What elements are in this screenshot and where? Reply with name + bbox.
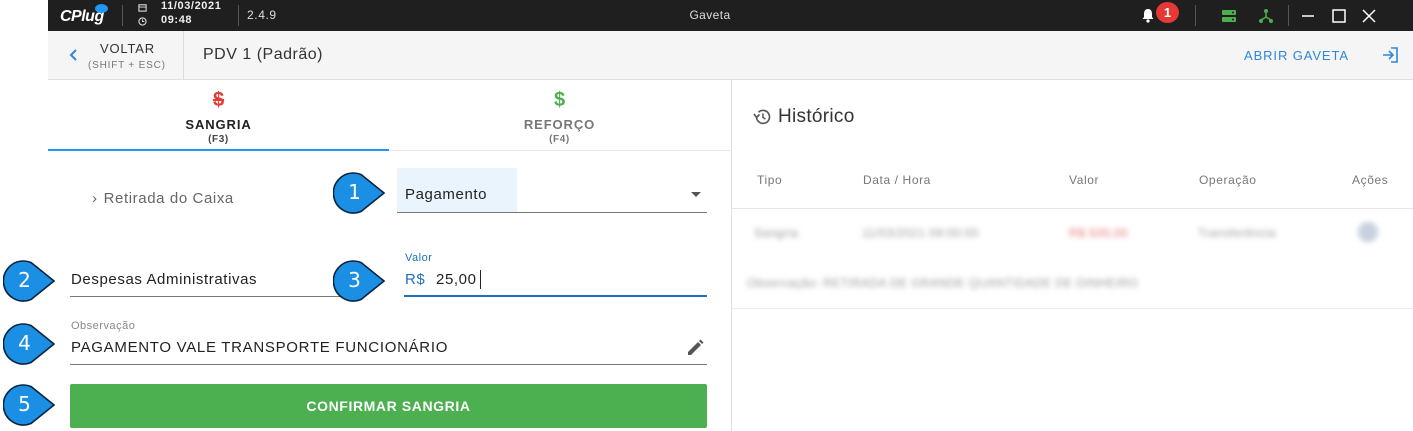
column-header-acoes: Ações <box>1352 173 1389 187</box>
cash-out-icon: $ <box>212 89 225 111</box>
tab-reforco-shortcut: (F4) <box>549 134 570 145</box>
table-row-divider <box>732 308 1413 309</box>
notification-badge[interactable]: 1 <box>1156 2 1179 23</box>
breadcrumb-label: Retirada do Caixa <box>103 190 234 207</box>
valor-input[interactable]: Valor R$ 25,00 <box>404 248 707 297</box>
operation-select-value: Pagamento <box>405 186 488 203</box>
step-marker-number: 1 <box>348 180 361 204</box>
category-value: Despesas Administrativas <box>71 271 258 288</box>
column-header-operacao: Operação <box>1199 173 1257 187</box>
titlebar-divider <box>238 5 239 26</box>
current-time: 09:48 <box>161 14 193 26</box>
close-icon[interactable] <box>1359 6 1379 26</box>
clock-icon <box>138 17 147 26</box>
table-header-divider <box>732 208 1413 209</box>
step-marker-1: 1 <box>333 171 385 215</box>
title-bar: CPlug 11/03/2021 09:48 2.4.9 Gaveta 1 <box>48 0 1413 31</box>
tab-sangria[interactable]: $ SANGRIA (F3) <box>48 80 389 151</box>
tab-sangria-label: SANGRIA <box>185 117 252 132</box>
server-icon[interactable] <box>1221 8 1237 24</box>
open-drawer-button[interactable]: ABRIR GAVETA <box>1244 48 1349 63</box>
category-field[interactable]: Despesas Administrativas <box>70 256 354 297</box>
valor-value: 25,00 <box>436 271 477 288</box>
tab-reforco-label: REFORÇO <box>523 117 596 132</box>
cell-data-hora: 11/03/2021 09:00:00 <box>862 226 979 240</box>
titlebar-divider <box>122 5 123 26</box>
app-window: CPlug 11/03/2021 09:48 2.4.9 Gaveta 1 VO… <box>0 0 1413 431</box>
history-icon <box>753 109 771 125</box>
window-title: Gaveta <box>689 8 731 22</box>
pencil-icon[interactable] <box>685 338 705 358</box>
valor-label: Valor <box>405 252 433 264</box>
back-button-label: VOLTAR <box>100 41 155 56</box>
observacao-label: Observação <box>71 320 136 332</box>
step-marker-2: 2 <box>3 259 55 303</box>
bell-icon[interactable] <box>1141 8 1155 23</box>
titlebar-divider <box>1288 5 1289 26</box>
step-marker-5: 5 <box>3 383 55 427</box>
exit-icon[interactable] <box>1380 45 1400 65</box>
breadcrumb: › Retirada do Caixa <box>92 190 234 207</box>
step-marker-number: 4 <box>18 331 31 355</box>
back-button-shortcut: (SHIFT + ESC) <box>88 60 166 71</box>
titlebar-divider <box>1195 5 1196 26</box>
cell-observacao: Observação: RETIRADA DE GRANDE QUANTIDAD… <box>747 276 1139 290</box>
minimize-icon[interactable] <box>1298 6 1318 26</box>
column-header-tipo: Tipo <box>757 173 783 187</box>
network-icon[interactable] <box>1258 8 1274 24</box>
text-cursor <box>480 270 481 289</box>
observacao-field[interactable]: Observação PAGAMENTO VALE TRANSPORTE FUN… <box>70 316 707 365</box>
step-marker-number: 3 <box>348 268 361 292</box>
cash-operation-panel: $ SANGRIA (F3) $ REFORÇO (F4) › Retirada … <box>48 80 730 431</box>
caret-down-icon <box>691 192 701 197</box>
chevron-left-icon <box>69 49 77 61</box>
column-header-valor: Valor <box>1069 173 1100 187</box>
step-marker-number: 2 <box>18 268 31 292</box>
cell-operacao: Transferência <box>1198 226 1277 240</box>
operation-select[interactable]: Pagamento <box>397 168 707 213</box>
maximize-icon[interactable] <box>1329 6 1349 26</box>
currency-prefix: R$ <box>405 271 426 288</box>
tab-sangria-shortcut: (F3) <box>208 134 229 145</box>
logo-badge <box>95 4 108 13</box>
app-version: 2.4.9 <box>247 8 277 22</box>
page-title: PDV 1 (Padrão) <box>203 46 323 63</box>
current-date: 11/03/2021 <box>161 0 222 12</box>
row-action-icon[interactable] <box>1358 222 1378 242</box>
history-title: Histórico <box>778 106 855 127</box>
cell-tipo: Sangria <box>754 226 799 240</box>
confirm-sangria-button[interactable]: CONFIRMAR SANGRIA <box>70 384 707 428</box>
page-header: VOLTAR (SHIFT + ESC) PDV 1 (Padrão) ABRI… <box>48 31 1413 80</box>
step-marker-3: 3 <box>333 259 385 303</box>
history-panel: Histórico Tipo Data / Hora Valor Operaçã… <box>731 80 1413 431</box>
cash-in-icon: $ <box>553 89 566 111</box>
step-marker-4: 4 <box>3 322 55 366</box>
cell-valor: R$ 500,00 <box>1069 226 1128 240</box>
observacao-value: PAGAMENTO VALE TRANSPORTE FUNCIONÁRIO <box>71 339 449 356</box>
tab-reforco[interactable]: $ REFORÇO (F4) <box>389 80 730 151</box>
chevron-right-icon: › <box>92 190 98 207</box>
calendar-icon <box>138 4 147 12</box>
step-marker-number: 5 <box>18 392 31 416</box>
back-button[interactable]: VOLTAR (SHIFT + ESC) <box>48 31 184 80</box>
column-header-data-hora: Data / Hora <box>863 173 931 187</box>
app-logo: CPlug <box>60 4 112 26</box>
